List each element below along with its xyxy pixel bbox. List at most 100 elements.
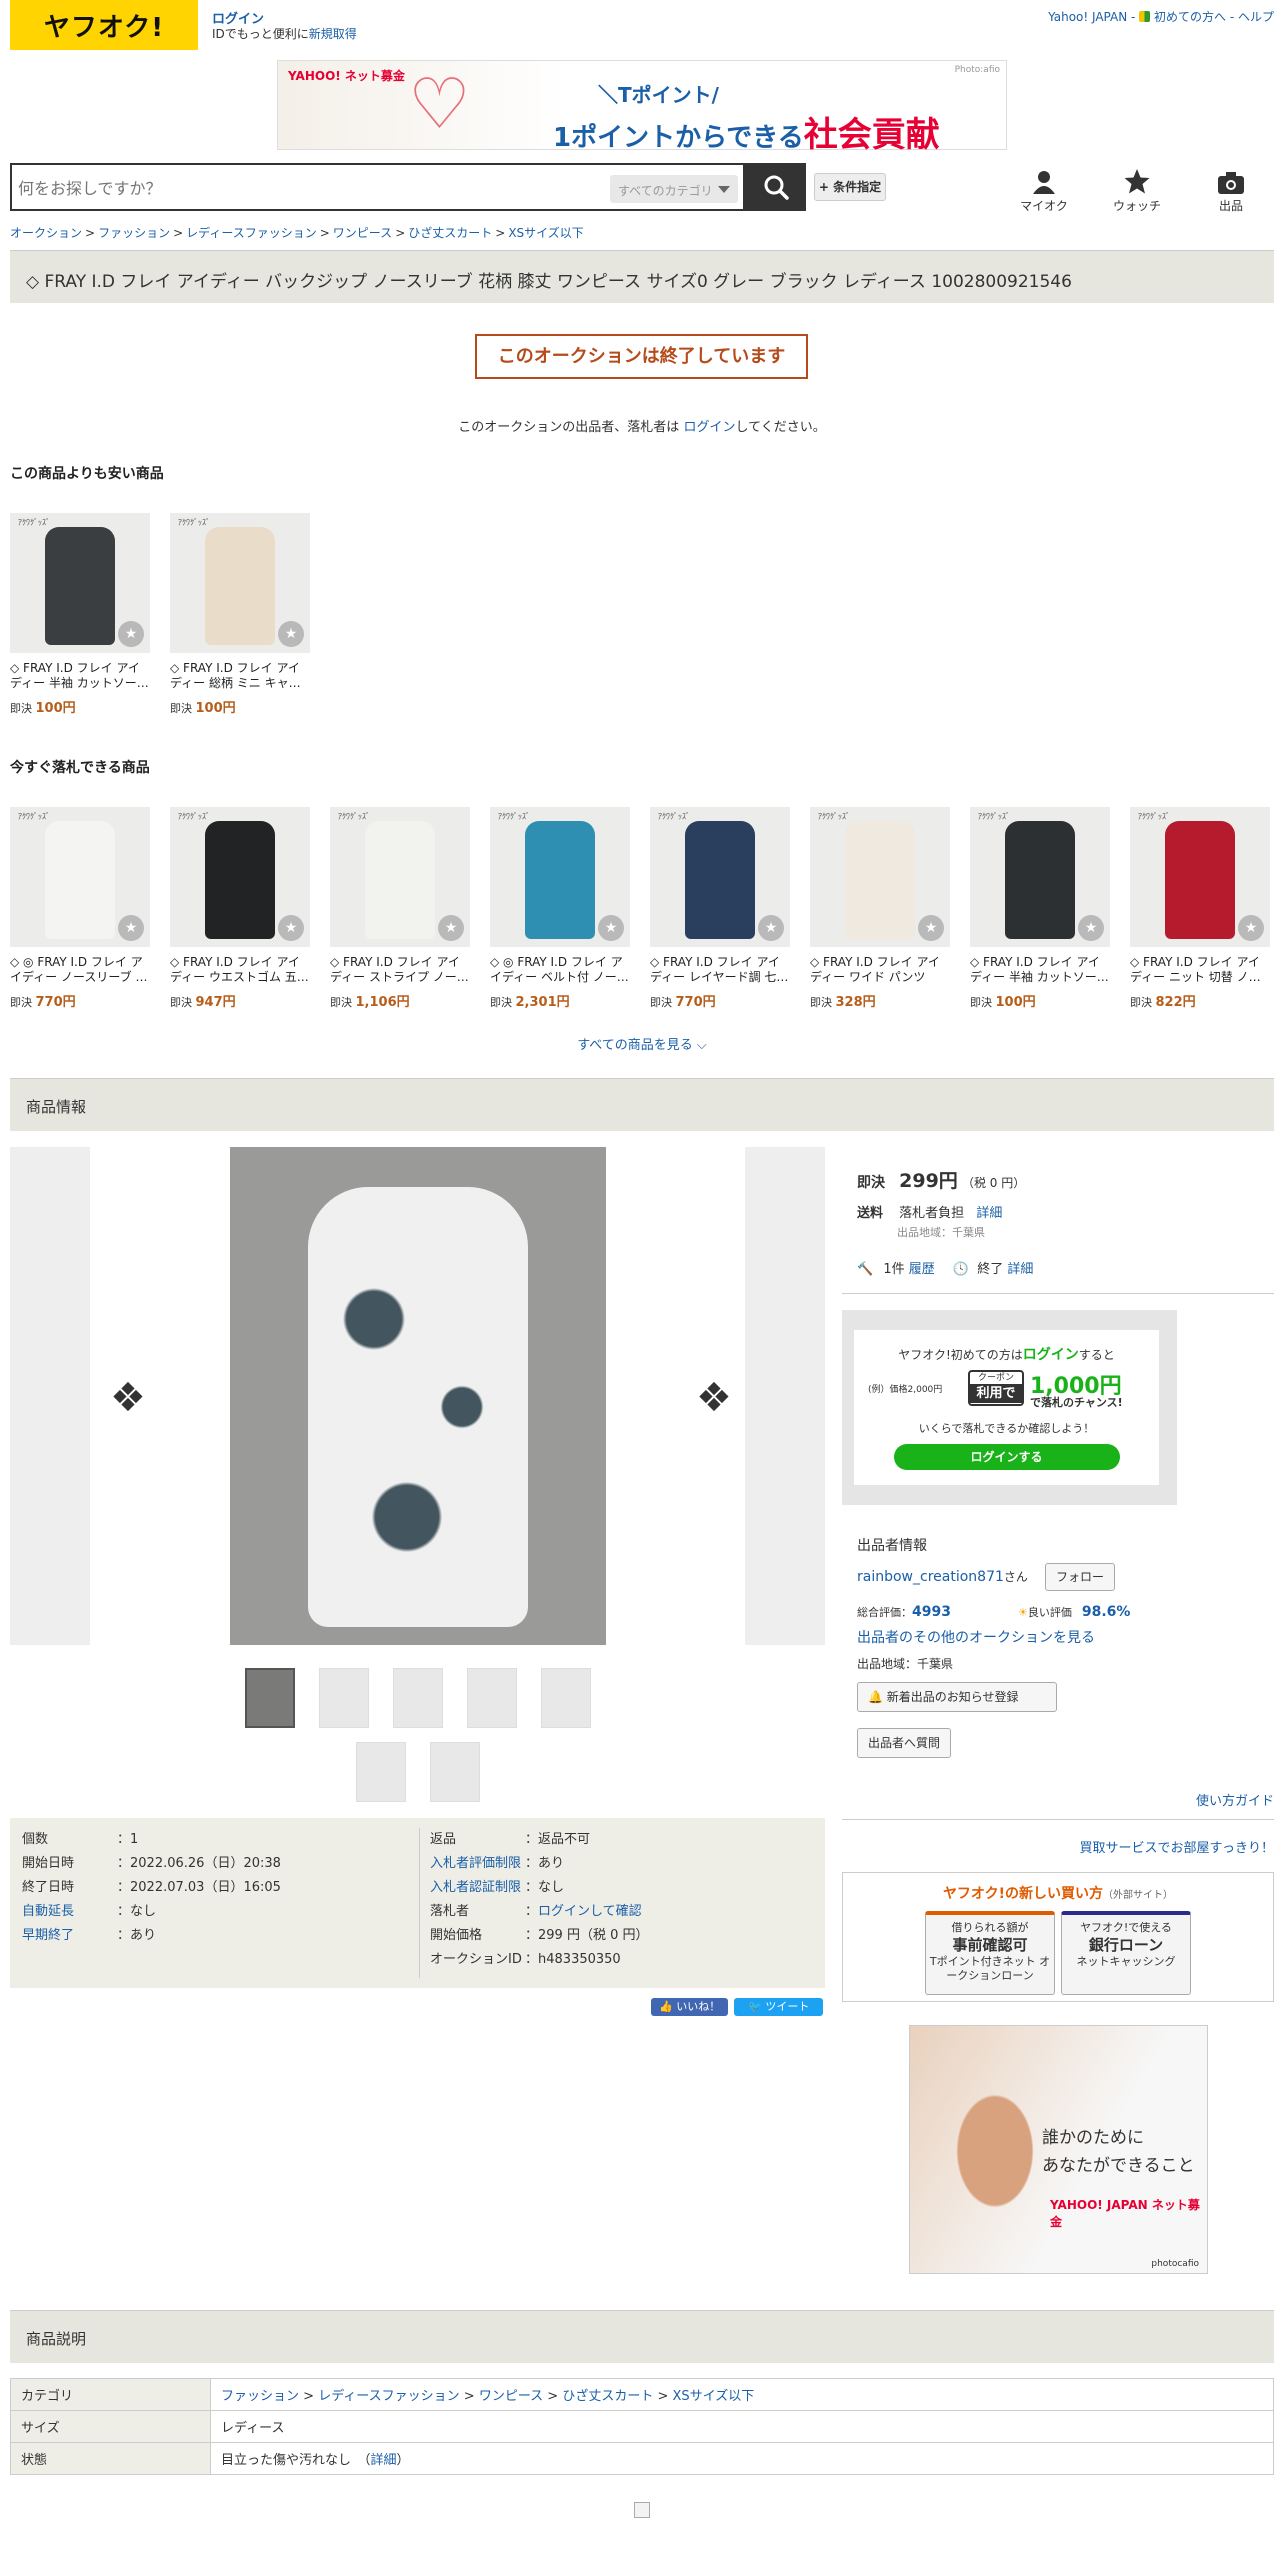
product-name[interactable]: ◇ FRAY I.D フレイ アイディー 総柄 ミニ キャ… [170,661,310,691]
breadcrumb-item[interactable]: レディースファッション [186,226,317,240]
product-thumbnail[interactable]: ｱｸﾜｸﾞｯｽﾞ ★ [1130,807,1270,947]
spec-key[interactable]: 早期終了 [22,1924,117,1948]
product-thumbnail[interactable]: ｱｸﾜｸﾞｯｽﾞ ★ [10,513,150,653]
thumbnail[interactable] [541,1668,591,1728]
watch-star-icon[interactable]: ★ [598,915,624,941]
product-thumbnail[interactable]: ｱｸﾜｸﾞｯｽﾞ ★ [170,513,310,653]
category-link[interactable]: ファッション [221,2389,299,2404]
product-card[interactable]: ｱｸﾜｸﾞｯｽﾞ ★ ◇ FRAY I.D フレイ アイディー ワイド パンツ サ…… [810,807,950,1010]
breadcrumb-item[interactable]: オークション [10,226,82,240]
product-name[interactable]: ◇ FRAY I.D フレイ アイディー ウエストゴム 五… [170,955,310,985]
product-card[interactable]: ｱｸﾜｸﾞｯｽﾞ ★ ◇ FRAY I.D フレイ アイディー 半袖 カットソー… 即… [10,513,150,716]
product-name[interactable]: ◇ FRAY I.D フレイ アイディー ワイド パンツ サ… [810,955,950,985]
see-all-link[interactable]: すべての商品を見る ⌵ [0,1034,1284,1053]
next-image-preview[interactable] [745,1147,825,1645]
like-button[interactable]: 👍 いいね！ [651,1998,729,2016]
product-name[interactable]: ◇ ◎ FRAY I.D フレイ アイディー ベルト付 ノー… [490,955,630,985]
spec-value[interactable]: ログインして確認 [538,1900,642,1924]
product-card[interactable]: ｱｸﾜｸﾞｯｽﾞ ★ ◇ FRAY I.D フレイ アイディー ストライプ ノー… 即… [330,807,470,1010]
rating-value[interactable]: 4993 [912,1604,951,1620]
ended-login-link[interactable]: ログイン [683,420,735,435]
product-card[interactable]: ｱｸﾜｸﾞｯｽﾞ ★ ◇ FRAY I.D フレイ アイディー ウエストゴム 五… 即… [170,807,310,1010]
bid-history-link[interactable]: 履歴 [909,1262,935,1277]
prequal-loan-button[interactable]: 借りられる額が 事前確認可 Tポイント付きネット オークションローン [925,1911,1055,1995]
breadcrumb-item[interactable]: ファッション [98,226,170,240]
guide-link[interactable]: 使い方ガイド [1196,1790,1274,1809]
promo-login-button[interactable]: ログインする [893,1444,1120,1470]
product-thumbnail[interactable]: ｱｸﾜｸﾞｯｽﾞ ★ [330,807,470,947]
watch-star-icon[interactable]: ★ [278,915,304,941]
watch-star-icon[interactable]: ★ [118,915,144,941]
product-thumbnail[interactable]: ｱｸﾜｸﾞｯｽﾞ ★ [10,807,150,947]
myauc-button[interactable]: マイオク [1014,168,1074,214]
product-card[interactable]: ｱｸﾜｸﾞｯｽﾞ ★ ◇ FRAY I.D フレイ アイディー レイヤード調 七… 即… [650,807,790,1010]
follow-button[interactable]: フォロー [1045,1563,1116,1591]
kaitori-link[interactable]: 買取サービスでお部屋すっきり！ [1080,1837,1274,1856]
watch-star-icon[interactable]: ★ [118,621,144,647]
product-name[interactable]: ◇ FRAY I.D フレイ アイディー レイヤード調 七… [650,955,790,985]
product-card[interactable]: ｱｸﾜｸﾞｯｽﾞ ★ ◇ ◎ FRAY I.D フレイ アイディー ノースリーブ …… [10,807,150,1010]
donation-ad[interactable]: 誰かのために あなたができること YAHOO! JAPAN ネット募金 photo… [909,2025,1208,2274]
product-name[interactable]: ◇ ◎ FRAY I.D フレイ アイディー ノースリーブ … [10,955,150,985]
watch-button[interactable]: ウォッチ [1107,168,1167,214]
watch-star-icon[interactable]: ★ [918,915,944,941]
product-name[interactable]: ◇ FRAY I.D フレイ アイディー ニット 切替 ノ… [1130,955,1270,985]
watch-star-icon[interactable]: ★ [278,621,304,647]
product-name[interactable]: ◇ FRAY I.D フレイ アイディー 半袖 カットソー… [970,955,1110,985]
condition-button[interactable]: + 条件指定 [814,173,886,201]
breadcrumb-item[interactable]: ひざ丈スカート [408,226,492,240]
category-select[interactable]: すべてのカテゴリ [610,175,738,203]
watch-star-icon[interactable]: ★ [438,915,464,941]
spec-key[interactable]: 自動延長 [22,1900,117,1924]
ask-seller-button[interactable]: 出品者へ質問 [857,1728,952,1758]
bank-loan-button[interactable]: ヤフオク!で使える 銀行ローン ネットキャッシング [1061,1911,1191,1995]
category-link[interactable]: ワンピース [479,2389,543,2404]
breadcrumb-item[interactable]: ワンピース [333,226,392,240]
watch-star-icon[interactable]: ★ [1078,915,1104,941]
beginner-link[interactable]: 初めての方へ [1154,10,1226,24]
condition-detail-link[interactable]: 詳細 [371,2453,397,2468]
category-link[interactable]: XSサイズ以下 [673,2389,755,2404]
product-thumbnail[interactable]: ｱｸﾜｸﾞｯｽﾞ ★ [970,807,1110,947]
category-link[interactable]: レディースファッション [318,2389,459,2404]
product-thumbnail[interactable]: ｱｸﾜｸﾞｯｽﾞ ★ [170,807,310,947]
thumbnail[interactable] [245,1668,295,1728]
thumbnail[interactable] [430,1742,480,1802]
new-listing-notify-button[interactable]: 🔔 新着出品のお知らせ登録 [857,1682,1057,1712]
seller-other-auctions-link[interactable]: 出品者のその他のオークションを見る [857,1627,1095,1647]
spec-key[interactable]: 入札者認証制限 [430,1876,525,1900]
product-thumbnail[interactable]: ｱｸﾜｸﾞｯｽﾞ ★ [650,807,790,947]
product-card[interactable]: ｱｸﾜｸﾞｯｽﾞ ★ ◇ ◎ FRAY I.D フレイ アイディー ベルト付 ノー…… [490,807,630,1010]
product-card[interactable]: ｱｸﾜｸﾞｯｽﾞ ★ ◇ FRAY I.D フレイ アイディー ニット 切替 ノ… 即… [1130,807,1270,1010]
product-thumbnail[interactable]: ｱｸﾜｸﾞｯｽﾞ ★ [490,807,630,947]
search-input[interactable] [18,174,598,202]
product-name[interactable]: ◇ FRAY I.D フレイ アイディー ストライプ ノー… [330,955,470,985]
prev-image-preview[interactable] [10,1147,90,1645]
product-thumbnail[interactable]: ｱｸﾜｸﾞｯｽﾞ ★ [810,807,950,947]
donation-banner[interactable]: YAHOO! ネット募金 ♡ ＼Tポイント/ 1ポイントからできる社会貢献 Ph… [277,60,1007,155]
thumbnail[interactable] [356,1742,406,1802]
register-link[interactable]: 新規取得 [309,27,357,41]
product-card[interactable]: ｱｸﾜｸﾞｯｽﾞ ★ ◇ FRAY I.D フレイ アイディー 総柄 ミニ キャ… 即… [170,513,310,716]
main-product-image[interactable] [230,1147,606,1645]
shipping-detail-link[interactable]: 詳細 [976,1206,1002,1221]
product-name[interactable]: ◇ FRAY I.D フレイ アイディー 半袖 カットソー… [10,661,150,691]
thumbnail[interactable] [319,1668,369,1728]
spec-key[interactable]: 入札者評価制限 [430,1852,525,1876]
prev-arrow-icon[interactable]: ❖ [110,1375,146,1421]
next-arrow-icon[interactable]: ❖ [696,1375,732,1421]
product-card[interactable]: ｱｸﾜｸﾞｯｽﾞ ★ ◇ FRAY I.D フレイ アイディー 半袖 カットソー… 即… [970,807,1110,1010]
thumbnail[interactable] [393,1668,443,1728]
breadcrumb-item[interactable]: XSサイズ以下 [508,226,583,240]
end-detail-link[interactable]: 詳細 [1007,1262,1033,1277]
search-button[interactable] [745,163,806,211]
thumbnail[interactable] [467,1668,517,1728]
category-link[interactable]: ひざ丈スカート [562,2389,653,2404]
sell-button[interactable]: 出品 [1201,168,1261,214]
watch-star-icon[interactable]: ★ [758,915,784,941]
yahoo-japan-link[interactable]: Yahoo! JAPAN [1048,10,1127,24]
tweet-button[interactable]: 🐦 ツイート [734,1998,824,2016]
watch-star-icon[interactable]: ★ [1238,915,1264,941]
yahuoku-logo[interactable]: ヤフオク! [10,0,198,50]
help-link[interactable]: ヘルプ [1238,10,1274,24]
